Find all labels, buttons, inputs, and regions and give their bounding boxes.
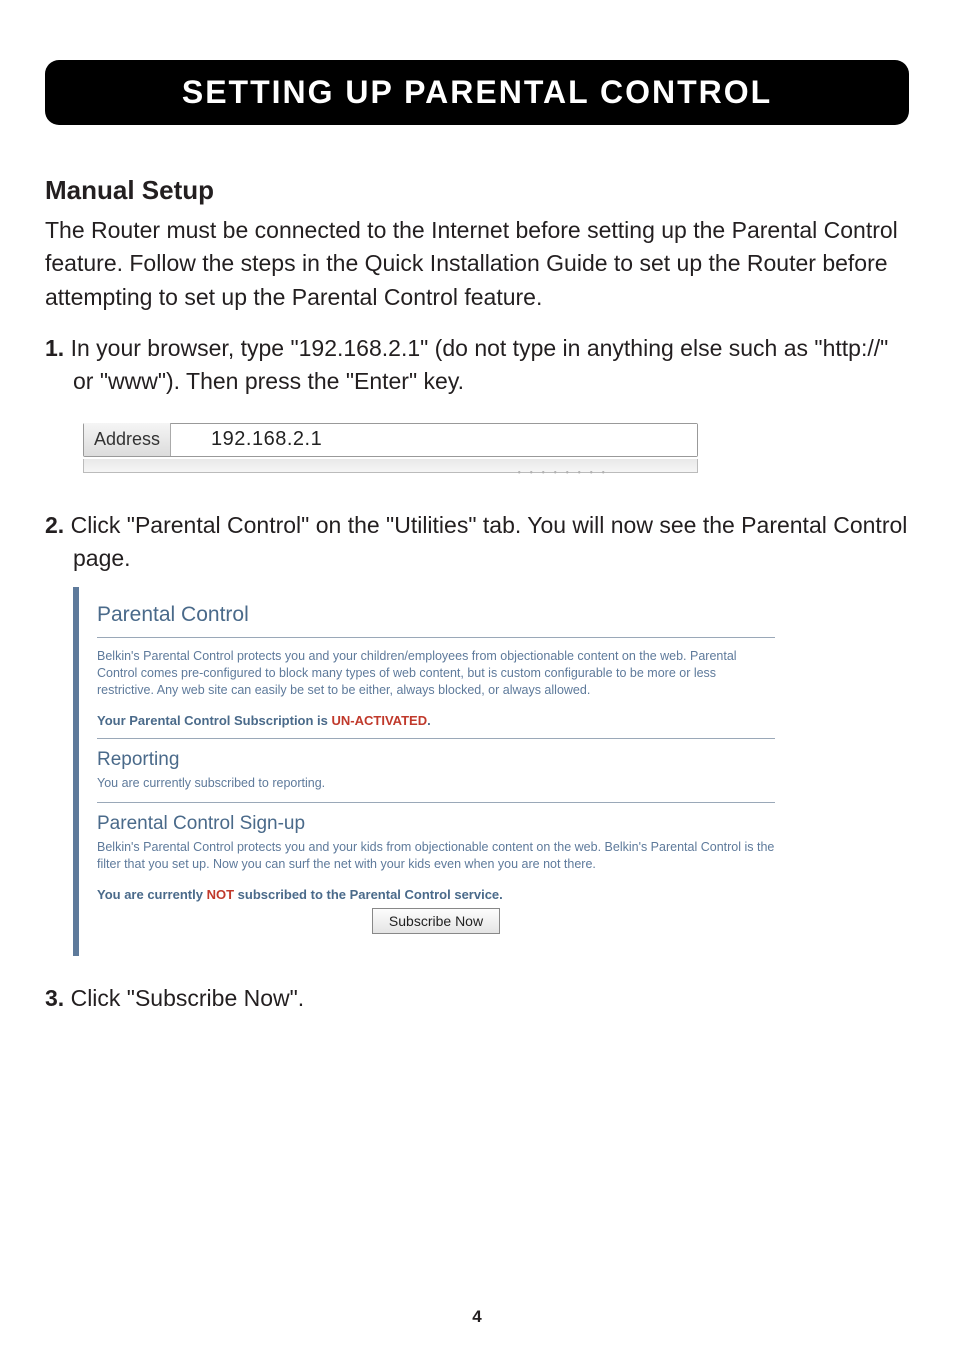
parental-control-screenshot: Parental Control Belkin's Parental Contr… bbox=[73, 587, 909, 955]
not-word: NOT bbox=[207, 887, 234, 902]
address-bar-screenshot: Address 192.168.2.1 • • • • • • • • bbox=[73, 411, 909, 481]
subscribe-now-button[interactable]: Subscribe Now bbox=[372, 908, 500, 934]
page-header: SETTING UP PARENTAL CONTROL bbox=[45, 60, 909, 125]
page-number: 4 bbox=[0, 1307, 954, 1327]
address-bar: Address 192.168.2.1 bbox=[83, 423, 698, 457]
page-header-title: SETTING UP PARENTAL CONTROL bbox=[182, 74, 772, 110]
reporting-title: Reporting bbox=[97, 749, 775, 771]
status-value: UN-ACTIVATED bbox=[332, 713, 428, 728]
step-1-number: 1. bbox=[45, 335, 64, 361]
address-label: Address bbox=[84, 423, 171, 456]
section-title: Manual Setup bbox=[45, 175, 909, 206]
step-2-number: 2. bbox=[45, 512, 64, 538]
subscription-status: Your Parental Control Subscription is UN… bbox=[97, 713, 775, 728]
signup-status: You are currently NOT subscribed to the … bbox=[97, 887, 775, 902]
toolbar-dots: • • • • • • • • bbox=[517, 468, 608, 479]
step-2: 2. Click "Parental Control" on the "Util… bbox=[45, 509, 909, 576]
step-3-text: Click "Subscribe Now". bbox=[64, 985, 304, 1011]
step-3-number: 3. bbox=[45, 985, 64, 1011]
signup-title: Parental Control Sign-up bbox=[97, 813, 775, 835]
signup-text: Belkin's Parental Control protects you a… bbox=[97, 839, 775, 873]
panel-description: Belkin's Parental Control protects you a… bbox=[97, 648, 775, 699]
step-2-text: Click "Parental Control" on the "Utiliti… bbox=[64, 512, 907, 571]
panel-title: Parental Control bbox=[97, 603, 775, 627]
reporting-text: You are currently subscribed to reportin… bbox=[97, 775, 775, 792]
section-intro: The Router must be connected to the Inte… bbox=[45, 214, 909, 314]
step-1: 1. In your browser, type "192.168.2.1" (… bbox=[45, 332, 909, 399]
step-1-text: In your browser, type "192.168.2.1" (do … bbox=[64, 335, 888, 394]
step-3: 3. Click "Subscribe Now". bbox=[45, 982, 909, 1015]
address-input[interactable]: 192.168.2.1 bbox=[171, 424, 697, 456]
